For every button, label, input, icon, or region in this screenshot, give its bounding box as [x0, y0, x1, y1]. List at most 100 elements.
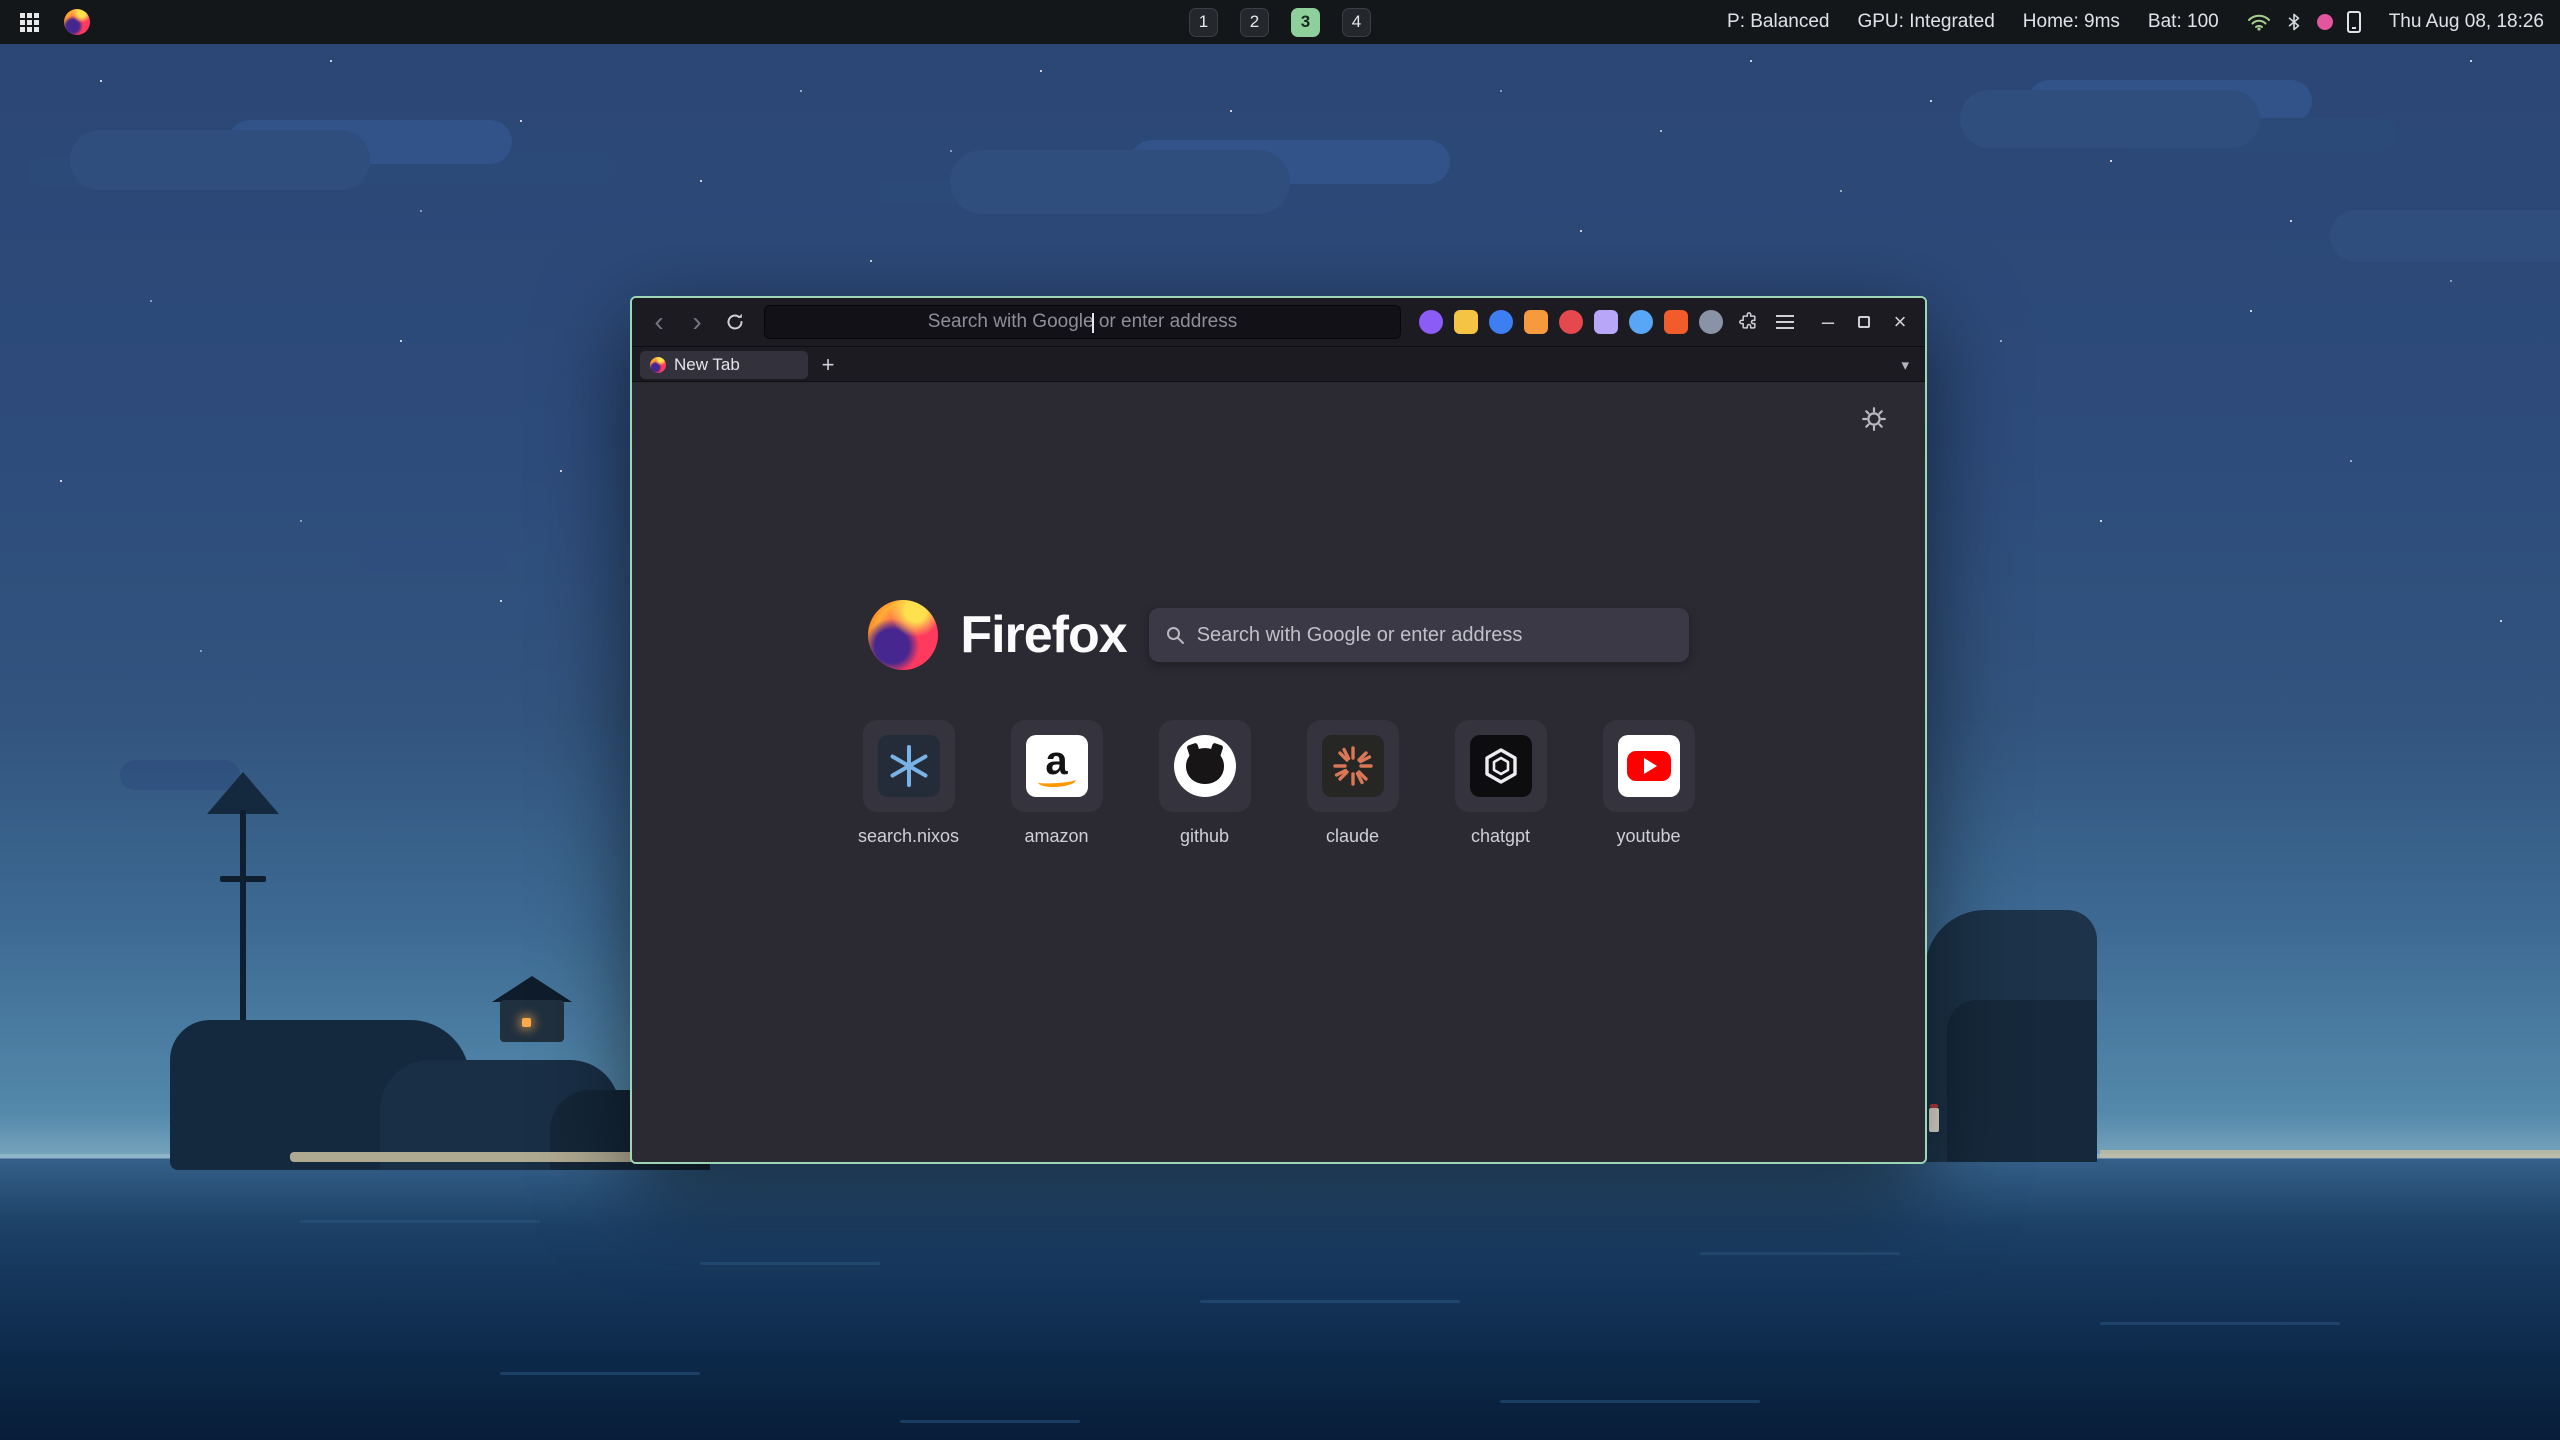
shortcut-claude[interactable]: claude [1305, 720, 1401, 847]
youtube-icon [1618, 735, 1680, 797]
tray-icons [2247, 11, 2361, 33]
newtab-search-input[interactable] [1197, 624, 1673, 647]
tab-title: New Tab [674, 355, 740, 375]
maximize-icon [1858, 316, 1870, 328]
taskbar-left [16, 9, 90, 35]
gpu-status: GPU: Integrated [1857, 11, 1994, 33]
new-tab-button[interactable]: + [814, 351, 842, 379]
status-bar: 1 2 3 4 P: Balanced GPU: Integrated Home… [0, 0, 2560, 44]
search-icon [1165, 625, 1185, 645]
cloud [950, 150, 1290, 214]
shortcut-chatgpt[interactable]: chatgpt [1453, 720, 1549, 847]
hut-light [522, 1018, 531, 1027]
shortcut-youtube[interactable]: youtube [1601, 720, 1697, 847]
workspace-4[interactable]: 4 [1342, 8, 1371, 37]
shortcut-github[interactable]: github [1157, 720, 1253, 847]
device-icon[interactable] [2347, 11, 2361, 33]
extension-icon-8[interactable] [1664, 310, 1688, 334]
forward-button[interactable]: › [680, 305, 714, 339]
wifi-icon[interactable] [2247, 13, 2271, 31]
sea-streak [500, 1372, 700, 1375]
cliff-shade [1947, 1000, 2097, 1162]
newtab-page: Firefox [632, 382, 1925, 1162]
workspace-2[interactable]: 2 [1240, 8, 1269, 37]
shortcut-label: github [1180, 826, 1229, 847]
newtab-search[interactable] [1149, 608, 1689, 662]
lighthouse [1929, 1108, 1939, 1132]
minimize-button[interactable]: – [1813, 307, 1843, 337]
extension-icon-1[interactable] [1419, 310, 1443, 334]
firefox-taskbar-icon[interactable] [64, 9, 90, 35]
sea-streak [1500, 1400, 1760, 1403]
workspace-switcher: 1 2 3 4 [1189, 8, 1371, 37]
shortcut-label: youtube [1616, 826, 1680, 847]
hut [500, 1000, 564, 1042]
back-button[interactable]: ‹ [642, 305, 676, 339]
close-icon: × [1894, 309, 1907, 335]
status-dot-icon[interactable] [2317, 14, 2333, 30]
cloud [1960, 90, 2260, 148]
github-icon [1174, 735, 1236, 797]
shortcut-grid: search.nixos a amazon [632, 720, 1925, 847]
cloud [2330, 210, 2560, 262]
extension-icon-2[interactable] [1454, 310, 1478, 334]
shortcut-tile[interactable] [863, 720, 955, 812]
chatgpt-icon [1470, 735, 1532, 797]
reload-button[interactable] [718, 305, 752, 339]
watchtower-platform [220, 876, 266, 882]
extension-icon-5[interactable] [1559, 310, 1583, 334]
shortcut-label: chatgpt [1471, 826, 1530, 847]
battery-status: Bat: 100 [2148, 11, 2219, 33]
gear-icon [1861, 406, 1887, 432]
shortcut-label: claude [1326, 826, 1379, 847]
claude-icon [1322, 735, 1384, 797]
hut-roof [492, 976, 572, 1002]
tab-list-button[interactable]: ▾ [1893, 356, 1917, 374]
wallpaper-sea [0, 1158, 2560, 1440]
cloud [70, 130, 370, 190]
address-bar[interactable] [764, 305, 1401, 339]
chevron-down-icon: ▾ [1901, 357, 1909, 374]
bluetooth-icon[interactable] [2285, 11, 2303, 33]
plus-icon: + [822, 352, 835, 378]
workspace-3-active[interactable]: 3 [1291, 8, 1320, 37]
forward-icon: › [692, 308, 701, 336]
extension-icon-6[interactable] [1594, 310, 1618, 334]
maximize-button[interactable] [1849, 307, 1879, 337]
back-icon: ‹ [654, 308, 663, 336]
shortcut-tile[interactable] [1603, 720, 1695, 812]
amazon-icon: a [1026, 735, 1088, 797]
extensions-button[interactable] [1733, 306, 1765, 338]
personalize-button[interactable] [1861, 406, 1887, 432]
cloud [360, 540, 510, 574]
nixos-icon [878, 735, 940, 797]
text-cursor [1092, 313, 1094, 333]
shortcut-amazon[interactable]: a amazon [1009, 720, 1105, 847]
firefox-logo [868, 600, 938, 670]
shortcut-search-nixos[interactable]: search.nixos [861, 720, 957, 847]
minimize-icon: – [1822, 309, 1834, 335]
sea-streak [1700, 1252, 1900, 1255]
address-input[interactable] [765, 306, 1400, 338]
reload-icon [725, 312, 745, 332]
taskbar-right: P: Balanced GPU: Integrated Home: 9ms Ba… [1727, 11, 2544, 33]
extension-icon-7[interactable] [1629, 310, 1653, 334]
shortcut-tile[interactable]: a [1011, 720, 1103, 812]
firefox-favicon [650, 357, 666, 373]
shortcut-tile[interactable] [1307, 720, 1399, 812]
tab-new-tab[interactable]: New Tab [640, 351, 808, 379]
close-button[interactable]: × [1885, 307, 1915, 337]
shortcut-tile[interactable] [1455, 720, 1547, 812]
extension-icon-4[interactable] [1524, 310, 1548, 334]
app-launcher-icon[interactable] [20, 13, 38, 31]
extension-icon-3[interactable] [1489, 310, 1513, 334]
shortcut-tile[interactable] [1159, 720, 1251, 812]
menu-button[interactable] [1769, 306, 1801, 338]
extension-icon-9[interactable] [1699, 310, 1723, 334]
workspace-1[interactable]: 1 [1189, 8, 1218, 37]
island-right [1925, 870, 2105, 1162]
shortcut-label: amazon [1024, 826, 1088, 847]
hamburger-icon [1776, 321, 1794, 323]
beach [2100, 1150, 2560, 1158]
island-left [170, 840, 710, 1170]
